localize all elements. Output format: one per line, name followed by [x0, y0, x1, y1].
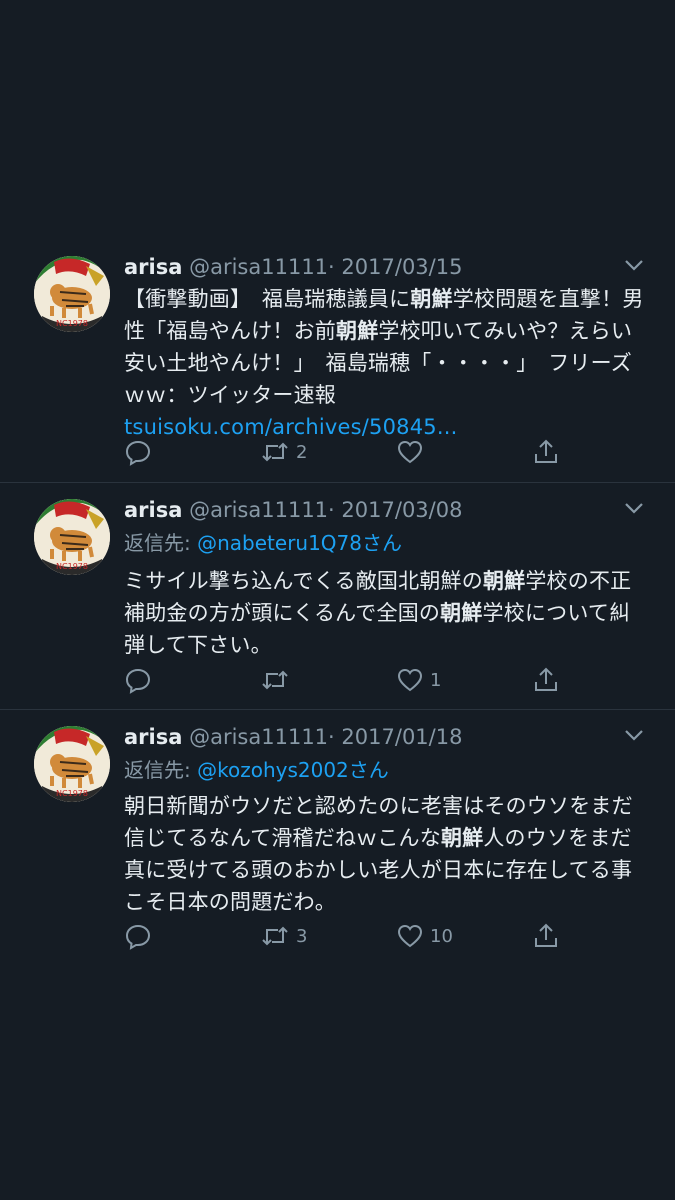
avatar-badge-text: NC1978 [56, 319, 88, 328]
tweet-text-highlight: 朝鮮 [336, 319, 379, 343]
like-count: 1 [430, 669, 442, 691]
reply-button[interactable] [124, 664, 152, 696]
tweet-date[interactable]: 2017/03/15 [341, 255, 462, 279]
separator: · [328, 498, 335, 522]
tweet-header: arisa @arisa11111· 2017/03/15 [124, 252, 615, 282]
user-handle[interactable]: @arisa11111 [189, 498, 328, 522]
like-button[interactable]: 1 [396, 664, 441, 696]
tweet-text-part: 【衝撃動画】 福島瑞穂議員に [124, 287, 411, 311]
retweet-icon [262, 442, 288, 462]
reply-to-label: 返信先: [124, 758, 198, 782]
chevron-down-icon[interactable] [623, 258, 645, 272]
tweet-text-highlight: 朝鮮 [482, 569, 526, 593]
heart-icon [397, 924, 423, 948]
tiger-emblem-icon: NC1978 [34, 726, 110, 802]
tweet-text-part: ミサイル撃ち込んでくる敵国北朝鮮の [124, 569, 483, 593]
share-button[interactable] [532, 436, 560, 468]
user-handle[interactable]: @arisa11111 [189, 725, 328, 749]
share-icon [535, 667, 557, 691]
reply-button[interactable] [124, 920, 152, 952]
like-button[interactable] [396, 436, 430, 468]
reply-icon [125, 668, 151, 694]
tweet-header: arisa @arisa11111· 2017/03/08 [124, 495, 615, 525]
avatar-badge-text: NC1978 [56, 789, 88, 798]
tweet-actions: 3 10 [124, 920, 564, 952]
display-name[interactable]: arisa [124, 725, 182, 749]
tweet-date[interactable]: 2017/03/08 [341, 498, 462, 522]
tweet-text: 【衝撃動画】 福島瑞穂議員に朝鮮学校問題を直撃！男性「福島やんけ！お前朝鮮学校叩… [124, 283, 644, 443]
avatar[interactable]: NC1978 [34, 256, 110, 332]
reply-to-label: 返信先: [124, 531, 198, 555]
tweet-actions: 2 [124, 436, 564, 468]
like-count: 10 [430, 925, 453, 947]
retweet-count: 2 [296, 441, 308, 463]
tiger-emblem-icon: NC1978 [34, 256, 110, 332]
reply-to-mention[interactable]: @nabeteru1Q78さん [197, 531, 402, 555]
reply-to: 返信先: @nabeteru1Q78さん [124, 529, 402, 557]
retweet-button[interactable]: 3 [260, 920, 307, 952]
heart-icon [397, 440, 423, 464]
reply-icon [125, 924, 151, 950]
timeline: NC1978 arisa @arisa11111· 2017/03/15 【衝撃… [0, 240, 675, 963]
share-icon [535, 923, 557, 947]
separator: · [328, 255, 335, 279]
retweet-button[interactable]: 2 [260, 436, 307, 468]
tweet-text-highlight: 朝鮮 [410, 287, 453, 311]
heart-icon [397, 668, 423, 692]
chevron-down-icon[interactable] [623, 501, 645, 515]
user-handle[interactable]: @arisa11111 [189, 255, 328, 279]
tweet-header: arisa @arisa11111· 2017/01/18 [124, 722, 615, 752]
retweet-icon [262, 926, 288, 946]
tweet-date[interactable]: 2017/01/18 [341, 725, 462, 749]
avatar[interactable]: NC1978 [34, 499, 110, 575]
share-button[interactable] [532, 664, 560, 696]
display-name[interactable]: arisa [124, 498, 182, 522]
tweet-text: 朝日新聞がウソだと認めたのに老害はそのウソをまだ信じてるなんて滑稽だねｗこんな朝… [124, 790, 644, 918]
tweet-text-highlight: 朝鮮 [440, 601, 483, 625]
reply-to: 返信先: @kozohys2002さん [124, 756, 389, 784]
chevron-down-icon[interactable] [623, 728, 645, 742]
tweet-text: ミサイル撃ち込んでくる敵国北朝鮮の朝鮮学校の不正補助金の方が頭にくるんで全国の朝… [124, 565, 644, 661]
share-button[interactable] [532, 920, 560, 952]
retweet-icon [262, 670, 288, 690]
tiger-emblem-icon: NC1978 [34, 499, 110, 575]
avatar-badge-text: NC1978 [56, 562, 88, 571]
retweet-count: 3 [296, 925, 308, 947]
separator: · [328, 725, 335, 749]
display-name[interactable]: arisa [124, 255, 182, 279]
tweet-text-highlight: 朝鮮 [440, 826, 484, 850]
reply-icon [125, 440, 151, 466]
retweet-button[interactable] [260, 664, 296, 696]
tweet-actions: 1 [124, 664, 564, 696]
reply-to-mention[interactable]: @kozohys2002さん [197, 758, 389, 782]
reply-button[interactable] [124, 436, 152, 468]
like-button[interactable]: 10 [396, 920, 453, 952]
avatar[interactable]: NC1978 [34, 726, 110, 802]
share-icon [535, 439, 557, 463]
